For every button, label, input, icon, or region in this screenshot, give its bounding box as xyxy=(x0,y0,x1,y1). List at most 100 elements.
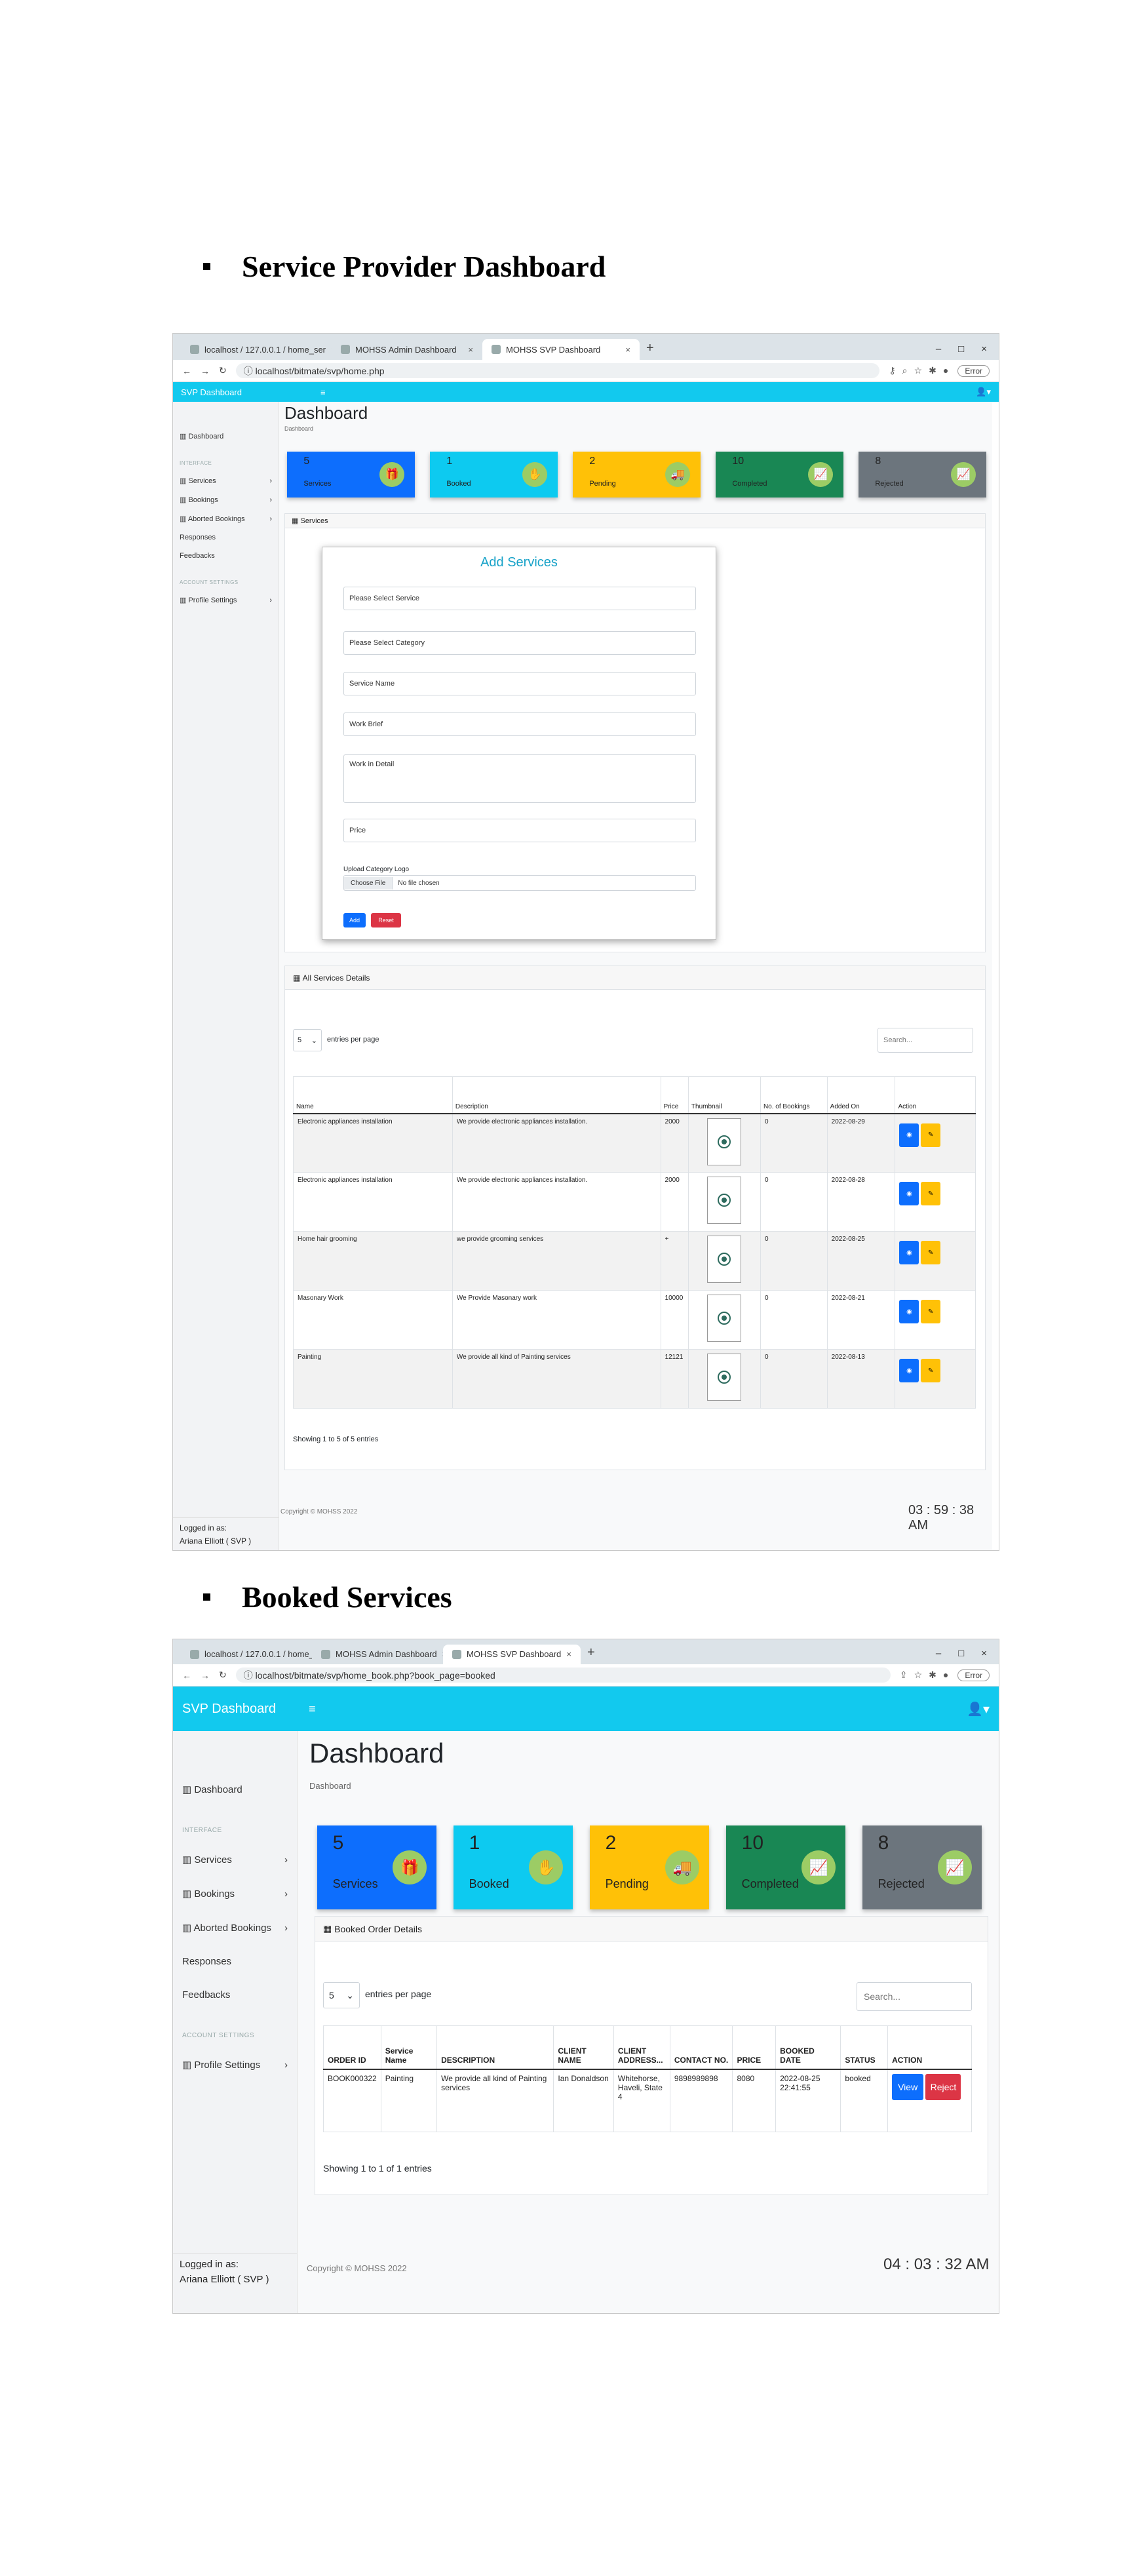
stat-card-rejected[interactable]: 8 Rejected 📈 xyxy=(862,1825,982,1909)
add-button[interactable]: Add xyxy=(343,913,366,927)
column-header[interactable]: BOOKED DATE xyxy=(775,2025,841,2070)
work-brief-input[interactable]: Work Brief xyxy=(343,712,696,736)
edit-icon[interactable]: ✎ xyxy=(921,1300,941,1323)
star-icon[interactable]: ☆ xyxy=(914,365,923,376)
work-detail-textarea[interactable]: Work in Detail xyxy=(343,754,696,803)
view-icon[interactable]: ◉ xyxy=(899,1359,919,1382)
maximize-icon[interactable]: □ xyxy=(958,343,964,355)
close-window-icon[interactable]: × xyxy=(981,343,987,355)
view-button[interactable]: View xyxy=(892,2073,924,2100)
menu-toggle-icon[interactable]: ≡ xyxy=(320,387,326,397)
sidebar-item-dashboard[interactable]: ▥ Dashboard xyxy=(173,1731,297,1795)
star-icon[interactable]: ☆ xyxy=(914,1669,923,1681)
error-badge[interactable]: Error xyxy=(957,364,990,377)
maximize-icon[interactable]: □ xyxy=(958,1648,964,1659)
edit-icon[interactable]: ✎ xyxy=(921,1359,941,1382)
view-icon[interactable]: ◉ xyxy=(899,1182,919,1205)
search-input[interactable]: Search... xyxy=(857,1982,972,2011)
close-icon[interactable]: × xyxy=(468,345,473,355)
search-input[interactable]: Search... xyxy=(878,1028,973,1053)
sidebar-item-bookings[interactable]: ▥ Bookings › xyxy=(173,1865,297,1900)
sidebar-item-dashboard[interactable]: ▥ Dashboard xyxy=(173,402,279,440)
user-menu-icon[interactable]: 👤▾ xyxy=(967,1701,990,1717)
sidebar-item-services[interactable]: ▥ Services › xyxy=(173,466,279,486)
minimize-icon[interactable]: – xyxy=(936,1648,941,1659)
sidebar-item-responses[interactable]: Responses xyxy=(173,1934,297,1967)
menu-toggle-icon[interactable]: ≡ xyxy=(309,1702,316,1716)
sidebar-item-responses[interactable]: Responses xyxy=(173,523,279,541)
column-header[interactable]: PRICE xyxy=(732,2025,777,2070)
column-header[interactable]: No. of Bookings xyxy=(760,1076,828,1114)
stat-card-services[interactable]: 5 Services 🎁 xyxy=(317,1825,436,1909)
column-header[interactable]: CONTACT NO. xyxy=(669,2025,733,2070)
minimize-icon[interactable]: – xyxy=(936,343,941,355)
stat-card-pending[interactable]: 2 Pending 🚚 xyxy=(573,452,701,498)
close-icon[interactable]: × xyxy=(566,1649,571,1659)
stat-card-services[interactable]: 5 Services 🎁 xyxy=(287,452,415,498)
address-bar[interactable]: ⓘ localhost/bitmate/svp/home_book.php?bo… xyxy=(235,1667,891,1683)
view-icon[interactable]: ◉ xyxy=(899,1241,919,1264)
stat-card-completed[interactable]: 10 Completed 📈 xyxy=(716,452,843,498)
profile-icon[interactable]: ● xyxy=(943,1669,948,1681)
profile-icon[interactable]: ● xyxy=(943,365,948,376)
forward-icon[interactable]: → xyxy=(201,366,210,376)
sidebar-item-feedbacks[interactable]: Feedbacks xyxy=(173,1967,297,2000)
sidebar-item-services[interactable]: ▥ Services › xyxy=(173,1834,297,1866)
browser-tab[interactable]: MOHSS Admin Dashboard× xyxy=(332,339,482,360)
key-icon[interactable]: ⚷ xyxy=(889,365,895,376)
browser-tab[interactable]: localhost / 127.0.0.1 / home_ser× xyxy=(181,339,332,360)
stat-card-completed[interactable]: 10 Completed 📈 xyxy=(726,1825,845,1909)
column-header[interactable]: DESCRIPTION xyxy=(436,2025,554,2070)
back-icon[interactable]: ← xyxy=(182,366,191,376)
sidebar-item-aborted-bookings[interactable]: ▥ Aborted Bookings › xyxy=(173,1900,297,1934)
column-header[interactable]: Price xyxy=(660,1076,689,1114)
category-select[interactable]: Please Select Category xyxy=(343,631,696,655)
column-header[interactable]: CLIENT ADDRESS... xyxy=(613,2025,670,2070)
new-tab-icon[interactable]: + xyxy=(646,341,654,356)
reset-button[interactable]: Reset xyxy=(371,913,401,927)
sidebar-item-profile-settings[interactable]: ▥ Profile Settings › xyxy=(173,2039,297,2071)
stat-card-rejected[interactable]: 8 Rejected 📈 xyxy=(859,452,986,498)
browser-tab-active[interactable]: MOHSS SVP Dashboard × xyxy=(482,339,640,360)
user-menu-icon[interactable]: 👤▾ xyxy=(976,387,991,397)
column-header[interactable]: Service Name xyxy=(380,2025,438,2070)
reject-button[interactable]: Reject xyxy=(925,2073,961,2100)
forward-icon[interactable]: → xyxy=(201,1670,210,1681)
new-tab-icon[interactable]: + xyxy=(587,1645,595,1660)
browser-tab-active[interactable]: MOHSS SVP Dashboard × xyxy=(443,1644,581,1664)
reload-icon[interactable]: ↻ xyxy=(219,1669,227,1681)
puzzle-icon[interactable]: ✱ xyxy=(929,365,936,376)
back-icon[interactable]: ← xyxy=(182,1670,191,1681)
entries-select[interactable]: 5 ⌄ xyxy=(293,1029,322,1051)
stat-card-booked[interactable]: 1 Booked ✋ xyxy=(454,1825,573,1909)
service-name-input[interactable]: Service Name xyxy=(343,672,696,695)
view-icon[interactable]: ◉ xyxy=(899,1123,919,1147)
edit-icon[interactable]: ✎ xyxy=(921,1241,941,1264)
browser-tab[interactable]: MOHSS Admin Dashboard× xyxy=(312,1645,443,1664)
column-header[interactable]: Added On xyxy=(826,1076,896,1114)
puzzle-icon[interactable]: ✱ xyxy=(929,1669,936,1681)
share-icon[interactable]: ⇪ xyxy=(900,1669,908,1681)
stat-card-booked[interactable]: 1 Booked ✋ xyxy=(430,452,558,498)
brand[interactable]: SVP Dashboard xyxy=(181,387,242,397)
sidebar-item-bookings[interactable]: ▥ Bookings › xyxy=(173,485,279,505)
stat-card-pending[interactable]: 2 Pending 🚚 xyxy=(590,1825,709,1909)
sidebar-item-profile-settings[interactable]: ▥ Profile Settings › xyxy=(173,585,279,605)
entries-select[interactable]: 5 ⌄ xyxy=(323,1982,360,2008)
address-bar[interactable]: ⓘ localhost/bitmate/svp/home.php xyxy=(235,362,880,379)
choose-file-button[interactable]: Choose File xyxy=(344,876,393,889)
price-input[interactable]: Price xyxy=(343,819,696,842)
sidebar-item-aborted-bookings[interactable]: ▥ Aborted Bookings › xyxy=(173,504,279,524)
file-input[interactable]: Choose File No file chosen xyxy=(343,875,696,891)
browser-tab[interactable]: localhost / 127.0.0.1 / home_ser× xyxy=(181,1645,312,1664)
column-header[interactable]: Action xyxy=(895,1076,976,1114)
view-icon[interactable]: ◉ xyxy=(899,1300,919,1323)
error-badge[interactable]: Error xyxy=(957,1669,990,1681)
column-header[interactable]: Name xyxy=(293,1076,453,1114)
service-select[interactable]: Please Select Service xyxy=(343,587,696,610)
close-window-icon[interactable]: × xyxy=(981,1648,987,1659)
column-header[interactable]: Description xyxy=(452,1076,661,1114)
brand[interactable]: SVP Dashboard xyxy=(182,1702,276,1717)
column-header[interactable]: ACTION xyxy=(887,2025,972,2070)
sidebar-item-feedbacks[interactable]: Feedbacks xyxy=(173,541,279,560)
